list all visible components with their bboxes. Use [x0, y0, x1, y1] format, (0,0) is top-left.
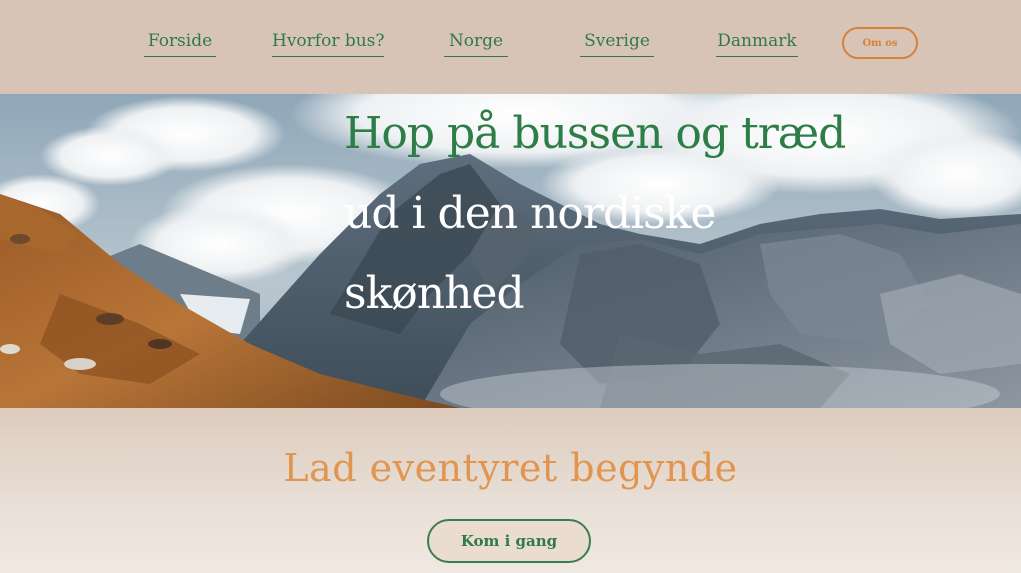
cta-heading: Lad eventyret begynde	[283, 446, 738, 490]
hero-title-line-1: Hop på bussen og træd	[344, 108, 846, 159]
get-started-button[interactable]: Kom i gang	[427, 519, 591, 563]
nav-link-hvorfor-bus[interactable]: Hvorfor bus?	[272, 30, 385, 57]
hero-title-line-2: ud i den nordiske	[344, 188, 716, 239]
hero-title-line-3: skønhed	[344, 268, 525, 319]
nav-link-danmark[interactable]: Danmark	[716, 30, 798, 57]
top-navigation-bar: Forside Hvorfor bus? Norge Sverige Danma…	[0, 0, 1021, 94]
nav-link-sverige[interactable]: Sverige	[580, 30, 654, 57]
about-us-button[interactable]: Om os	[842, 27, 918, 59]
nav-link-norge[interactable]: Norge	[444, 30, 508, 57]
nav-link-forside[interactable]: Forside	[144, 30, 216, 57]
hero-title: Hop på bussen og træd ud i den nordiske …	[344, 94, 904, 334]
